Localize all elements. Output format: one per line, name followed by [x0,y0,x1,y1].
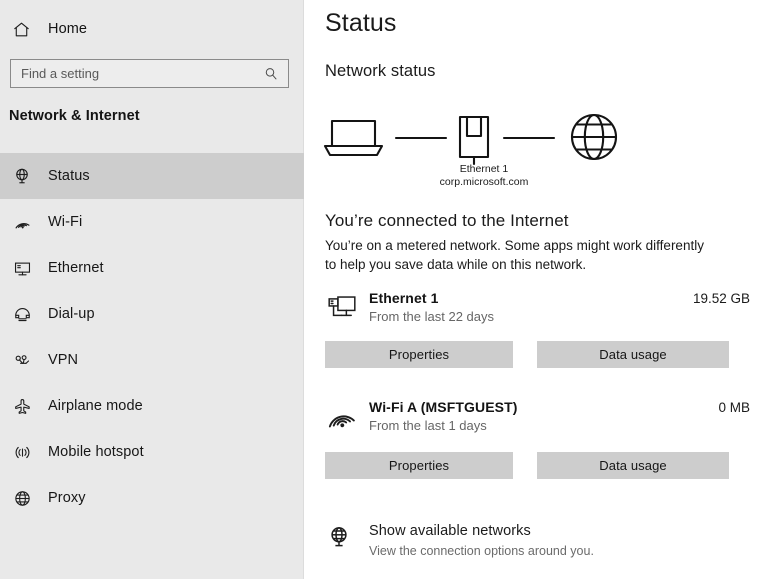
sidebar-item-label: Status [48,168,90,184]
page-title: Status [325,9,397,37]
diagram-caption-domain: corp.microsoft.com [439,176,529,188]
ethernet-data-usage-button[interactable]: Data usage [537,341,729,368]
sidebar-item-ethernet[interactable]: Ethernet [0,245,304,291]
adapter-data-value: 19.52 GB [692,291,750,306]
vpn-key-icon [10,348,34,372]
wifi-icon [10,210,34,234]
sidebar-item-label: Proxy [48,490,86,506]
sidebar-item-label: Ethernet [48,260,104,276]
settings-window: Home Network & Internet [0,0,768,579]
adapter-name: Wi-Fi A (MSFTGUEST) [369,399,518,415]
sidebar-item-home[interactable]: Home [0,12,304,46]
sidebar-section-heading: Network & Internet [9,108,140,124]
laptop-icon [323,119,384,157]
connected-title: You’re connected to the Internet [325,211,569,230]
sidebar-item-label: VPN [48,352,79,368]
search-input[interactable] [11,60,256,87]
adapter-subtitle: From the last 1 days [369,418,487,433]
sidebar-nav-list: Status Wi-Fi Ethernet Dial-up VPN Airpla… [0,153,304,521]
wifi-icon [325,401,359,433]
monitor-icon [10,256,34,280]
diagram-caption-name: Ethernet 1 [459,163,509,175]
sidebar-item-label: Dial-up [48,306,95,322]
wifi-properties-button[interactable]: Properties [325,452,513,479]
ethernet-button-row: Properties Data usage [325,341,750,368]
sidebar-item-dialup[interactable]: Dial-up [0,291,304,337]
broadcast-icon [10,440,34,464]
sidebar-item-label: Airplane mode [48,398,143,414]
globe-stand-icon [326,524,352,550]
network-status-heading: Network status [325,62,436,80]
diagram-caption: Ethernet 1 corp.microsoft.com [404,163,564,189]
sidebar-item-label: Mobile hotspot [48,444,144,460]
adapter-name: Ethernet 1 [369,290,439,306]
home-icon [10,18,32,40]
show-networks-title: Show available networks [369,523,531,539]
main-content: Status Network status Ethernet 1 corp.mi… [304,0,768,579]
ethernet-properties-button[interactable]: Properties [325,341,513,368]
airplane-icon [10,394,34,418]
monitor-network-icon [325,292,359,324]
globe-icon [570,113,618,161]
network-diagram: Ethernet 1 corp.microsoft.com [304,108,768,200]
sidebar-home-label: Home [48,21,88,37]
sidebar-item-status[interactable]: Status [0,153,304,199]
wifi-button-row: Properties Data usage [325,452,750,479]
show-networks-subtitle: View the connection options around you. [369,544,594,558]
ethernet-port-icon [458,115,490,166]
sidebar-item-wifi[interactable]: Wi-Fi [0,199,304,245]
connected-description: You’re on a metered network. Some apps m… [325,238,704,272]
sidebar-item-proxy[interactable]: Proxy [0,475,304,521]
sidebar-item-label: Wi-Fi [48,214,83,230]
globe-stand-icon [10,164,34,188]
search-icon[interactable] [256,60,286,87]
adapter-data-value: 0 MB [718,400,750,415]
sidebar-item-mobile-hotspot[interactable]: Mobile hotspot [0,429,304,475]
sidebar-item-vpn[interactable]: VPN [0,337,304,383]
sidebar-item-airplane-mode[interactable]: Airplane mode [0,383,304,429]
wifi-data-usage-button[interactable]: Data usage [537,452,729,479]
adapter-subtitle: From the last 22 days [369,309,494,324]
sidebar: Home Network & Internet [0,0,304,579]
search-box[interactable] [10,59,289,88]
globe-icon [10,486,34,510]
dialup-phone-icon [10,302,34,326]
